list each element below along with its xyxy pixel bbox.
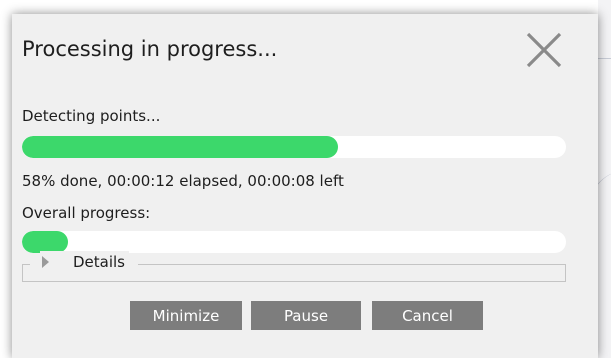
close-x-icon [526,32,562,68]
overall-progress-fill [22,231,69,253]
overall-progress-label: Overall progress: [22,204,151,222]
details-toggle[interactable]: Details [40,251,130,273]
pause-button[interactable]: Pause [251,301,361,330]
dialog-title: Processing in progress... [22,37,278,61]
minimize-button[interactable]: Minimize [130,301,242,330]
current-task-status: 58% done, 00:00:12 elapsed, 00:00:08 lef… [22,172,344,190]
cancel-button[interactable]: Cancel [372,301,483,330]
current-task-label: Detecting points... [22,107,161,125]
details-label: Details [73,253,126,271]
triangle-right-icon [42,256,49,268]
background-divider [598,58,611,59]
overall-progress-bar [22,231,566,253]
current-task-progress-fill [22,136,338,158]
close-button[interactable] [524,30,564,70]
current-task-progress-bar [22,136,566,158]
